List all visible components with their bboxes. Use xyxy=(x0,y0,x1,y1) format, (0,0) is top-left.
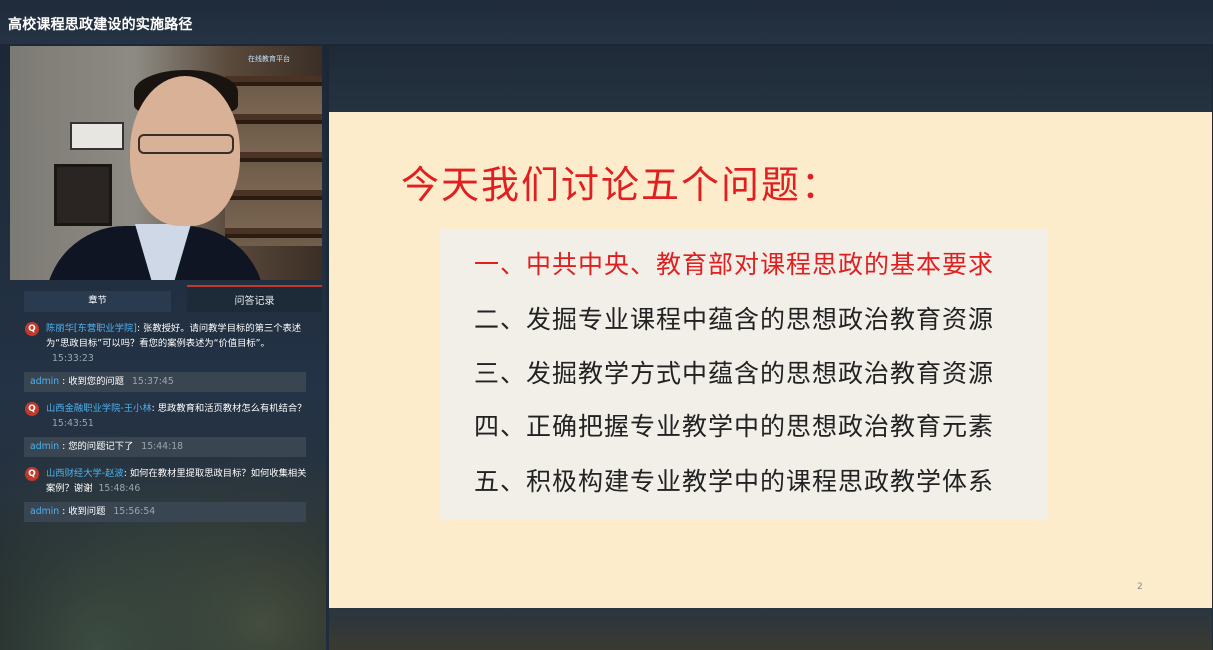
wall-frame xyxy=(70,122,124,150)
presentation-slide[interactable]: 今天我们讨论五个问题： 一、中共中央、教育部对课程思政的基本要求 二、发掘专业课… xyxy=(329,112,1212,608)
answerer-name: admin xyxy=(30,441,60,452)
question-icon: Q xyxy=(25,467,39,481)
glasses xyxy=(138,134,234,154)
question-item: Q 陈丽华[东营职业学院]: 张教授好。请问教学目标的第三个表述为“思政目标”可… xyxy=(10,318,322,366)
tab-qa-records[interactable]: 问答记录 xyxy=(187,285,322,312)
video-logo: 在线教育平台 xyxy=(248,55,290,63)
question-text: 思政教育和活页教材怎么有机结合？ xyxy=(157,403,307,414)
asker-name: 山西财经大学-赵波 xyxy=(46,468,124,479)
wall-picture xyxy=(54,164,112,226)
question-icon: Q xyxy=(25,402,39,416)
panel-tabs: 章节 问答记录 xyxy=(10,285,322,312)
topic-item: 二、发掘专业课程中蕴含的思想政治教育资源 xyxy=(474,305,995,334)
answerer-name: admin xyxy=(30,506,60,517)
speaker-video[interactable]: 在线教育平台 xyxy=(10,46,322,280)
asker-name: 陈丽华[东营职业学院] xyxy=(46,323,137,334)
answer-item: admin : 收到您的问题 15:37:45 xyxy=(24,372,306,392)
slide-title: 今天我们讨论五个问题： xyxy=(401,163,842,207)
answer-text: 收到您的问题 xyxy=(68,376,124,387)
question-time: 15:43:51 xyxy=(52,418,94,429)
topic-item: 四、正确把握专业教学中的思想政治教育元素 xyxy=(474,412,995,441)
question-time: 15:33:23 xyxy=(52,353,94,364)
topic-list: 一、中共中央、教育部对课程思政的基本要求 二、发掘专业课程中蕴含的思想政治教育资… xyxy=(440,229,1048,520)
answer-text: 收到问题 xyxy=(68,506,106,517)
question-icon: Q xyxy=(25,322,39,336)
asker-name: 山西金融职业学院-王小林 xyxy=(46,403,152,414)
answer-time: 15:44:18 xyxy=(141,441,184,452)
topic-item: 三、发掘教学方式中蕴含的思想政治教育资源 xyxy=(474,359,995,388)
answerer-name: admin xyxy=(30,376,60,387)
title-bar: 高校课程思政建设的实施路径 xyxy=(0,0,1213,45)
tab-chapters[interactable]: 章节 xyxy=(24,291,171,312)
question-time: 15:48:46 xyxy=(98,483,141,494)
bottom-strip xyxy=(329,608,1212,650)
answer-time: 15:37:45 xyxy=(131,376,174,387)
topic-item: 一、中共中央、教育部对课程思政的基本要求 xyxy=(474,250,995,279)
answer-item: admin : 您的问题记下了 15:44:18 xyxy=(24,437,306,457)
question-item: Q 山西金融职业学院-王小林: 思政教育和活页教材怎么有机结合？15:43:51 xyxy=(10,398,322,431)
topic-item: 五、积极构建专业教学中的课程思政教学体系 xyxy=(474,467,995,496)
answer-text: 您的问题记下了 xyxy=(68,441,134,452)
slide-page-number: 2 xyxy=(1137,582,1143,592)
slide-header-band xyxy=(329,46,1212,112)
answer-time: 15:56:54 xyxy=(113,506,156,517)
answer-item: admin : 收到问题 15:56:54 xyxy=(24,502,306,522)
window-title: 高校课程思政建设的实施路径 xyxy=(8,17,193,33)
question-item: Q 山西财经大学-赵波: 如何在教材里提取思政目标？如何收集相关案例？谢谢 15:… xyxy=(10,463,322,496)
qa-list: Q 陈丽华[东营职业学院]: 张教授好。请问教学目标的第三个表述为“思政目标”可… xyxy=(10,318,322,522)
